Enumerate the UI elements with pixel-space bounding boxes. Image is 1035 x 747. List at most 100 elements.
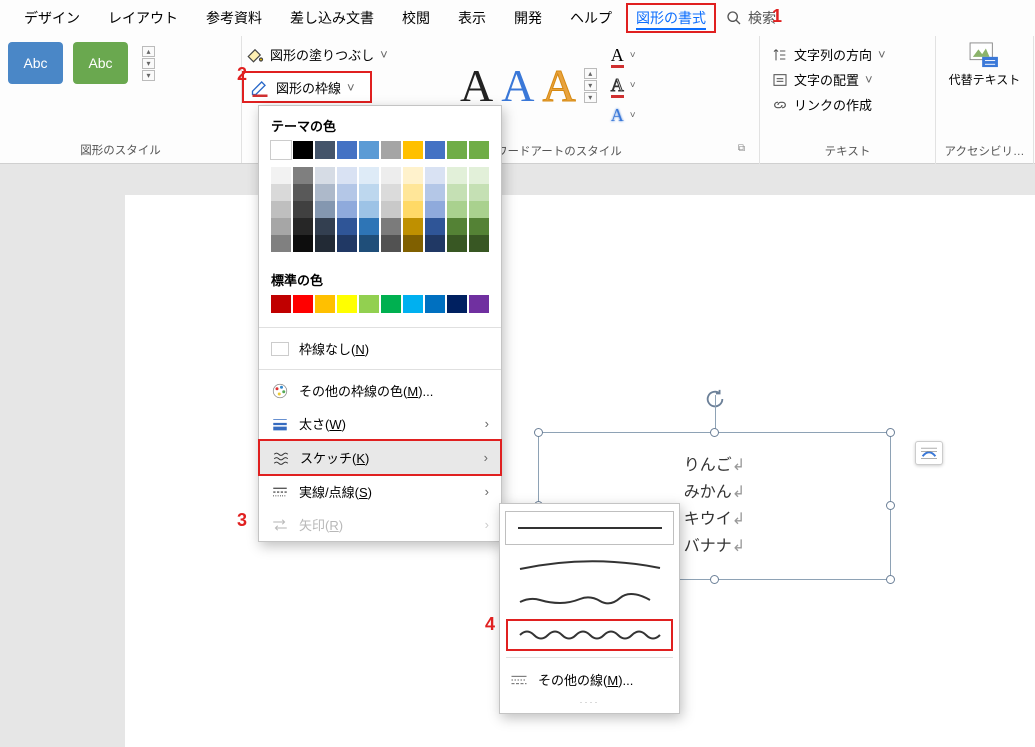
style-gallery-spinner[interactable]: ▴▾▾ [142, 46, 155, 81]
color-swatch[interactable] [425, 141, 445, 159]
color-swatch[interactable] [315, 201, 335, 218]
color-swatch[interactable] [381, 141, 401, 159]
color-swatch[interactable] [315, 167, 335, 184]
color-swatch[interactable] [293, 218, 313, 235]
color-swatch[interactable] [425, 235, 445, 252]
shape-fill-button[interactable]: 図形の塗りつぶし ˅ [242, 42, 392, 67]
sketch-item[interactable]: スケッチ(K) › [258, 439, 502, 476]
handle-mr[interactable] [886, 501, 895, 510]
color-swatch[interactable] [293, 167, 313, 184]
weight-item[interactable]: 太さ(W) › [259, 407, 501, 440]
sketch-style-freehand[interactable] [506, 583, 673, 617]
color-swatch[interactable] [337, 167, 357, 184]
color-swatch[interactable] [381, 184, 401, 201]
color-swatch[interactable] [403, 235, 423, 252]
color-swatch[interactable] [381, 167, 401, 184]
style-thumb-blue[interactable]: Abc [8, 42, 63, 84]
color-swatch[interactable] [403, 218, 423, 235]
menu-shape-format[interactable]: 図形の書式 [626, 3, 716, 33]
color-swatch[interactable] [403, 295, 423, 313]
wordart-gallery-spinner[interactable]: ▴▾▾ [584, 68, 597, 103]
sketch-style-straight[interactable] [505, 511, 674, 545]
color-swatch[interactable] [271, 141, 291, 159]
handle-tl[interactable] [534, 428, 543, 437]
color-swatch[interactable] [359, 184, 379, 201]
color-swatch[interactable] [447, 184, 467, 201]
menu-view[interactable]: 表示 [444, 2, 500, 34]
color-swatch[interactable] [359, 235, 379, 252]
text-align-button[interactable]: 文字の配置˅ [768, 67, 927, 92]
color-swatch[interactable] [425, 167, 445, 184]
text-effects-button[interactable]: A ˅ [607, 102, 640, 129]
handle-tm[interactable] [710, 428, 719, 437]
other-lines-item[interactable]: その他の線(M)... [506, 664, 673, 695]
text-fill-button[interactable]: A ˅ [607, 42, 640, 69]
color-swatch[interactable] [469, 295, 489, 313]
wordart-sample-2[interactable]: A [497, 59, 538, 112]
more-outline-colors-item[interactable]: その他の枠線の色(M)... [259, 374, 501, 407]
color-swatch[interactable] [337, 218, 357, 235]
color-swatch[interactable] [293, 201, 313, 218]
shape-outline-button[interactable]: 図形の枠線 ˅ [242, 71, 372, 103]
color-swatch[interactable] [271, 218, 291, 235]
color-swatch[interactable] [447, 295, 467, 313]
menu-layout[interactable]: レイアウト [94, 2, 192, 34]
color-swatch[interactable] [403, 201, 423, 218]
color-swatch[interactable] [271, 235, 291, 252]
menu-help[interactable]: ヘルプ [556, 2, 626, 34]
color-swatch[interactable] [293, 295, 313, 313]
sketch-style-wavy[interactable] [506, 619, 673, 651]
color-swatch[interactable] [359, 141, 379, 159]
color-swatch[interactable] [469, 201, 489, 218]
color-swatch[interactable] [337, 141, 357, 159]
color-swatch[interactable] [447, 201, 467, 218]
color-swatch[interactable] [337, 201, 357, 218]
menu-design[interactable]: デザイン [10, 2, 94, 34]
color-swatch[interactable] [271, 201, 291, 218]
menu-developer[interactable]: 開発 [500, 2, 556, 34]
menu-review[interactable]: 校閲 [388, 2, 444, 34]
color-swatch[interactable] [271, 295, 291, 313]
menu-references[interactable]: 参考資料 [192, 2, 276, 34]
layout-options-badge[interactable] [915, 441, 943, 465]
text-outline-button[interactable]: A ˅ [607, 72, 640, 99]
handle-bm[interactable] [710, 575, 719, 584]
color-swatch[interactable] [315, 141, 335, 159]
color-swatch[interactable] [315, 218, 335, 235]
color-swatch[interactable] [469, 184, 489, 201]
color-swatch[interactable] [425, 218, 445, 235]
alt-text-button[interactable]: 代替テキスト [949, 42, 1021, 87]
color-swatch[interactable] [425, 184, 445, 201]
search-box[interactable]: 検索 [726, 8, 776, 28]
color-swatch[interactable] [271, 184, 291, 201]
dashes-item[interactable]: 実線/点線(S) › [259, 475, 501, 508]
color-swatch[interactable] [381, 218, 401, 235]
create-link-button[interactable]: リンクの作成 [768, 92, 927, 117]
color-swatch[interactable] [337, 235, 357, 252]
style-thumb-green[interactable]: Abc [73, 42, 128, 84]
color-swatch[interactable] [271, 167, 291, 184]
color-swatch[interactable] [469, 141, 489, 159]
text-direction-button[interactable]: 文字列の方向˅ [768, 42, 927, 67]
color-swatch[interactable] [293, 184, 313, 201]
handle-br[interactable] [886, 575, 895, 584]
color-swatch[interactable] [403, 167, 423, 184]
color-swatch[interactable] [315, 235, 335, 252]
color-swatch[interactable] [315, 295, 335, 313]
color-swatch[interactable] [359, 218, 379, 235]
color-swatch[interactable] [337, 295, 357, 313]
color-swatch[interactable] [359, 201, 379, 218]
color-swatch[interactable] [359, 295, 379, 313]
color-swatch[interactable] [469, 167, 489, 184]
color-swatch[interactable] [359, 167, 379, 184]
handle-tr[interactable] [886, 428, 895, 437]
color-swatch[interactable] [381, 295, 401, 313]
color-swatch[interactable] [337, 184, 357, 201]
color-swatch[interactable] [447, 235, 467, 252]
color-swatch[interactable] [381, 201, 401, 218]
color-swatch[interactable] [447, 218, 467, 235]
color-swatch[interactable] [425, 295, 445, 313]
sketch-style-curved[interactable] [506, 547, 673, 581]
color-swatch[interactable] [469, 235, 489, 252]
color-swatch[interactable] [447, 167, 467, 184]
